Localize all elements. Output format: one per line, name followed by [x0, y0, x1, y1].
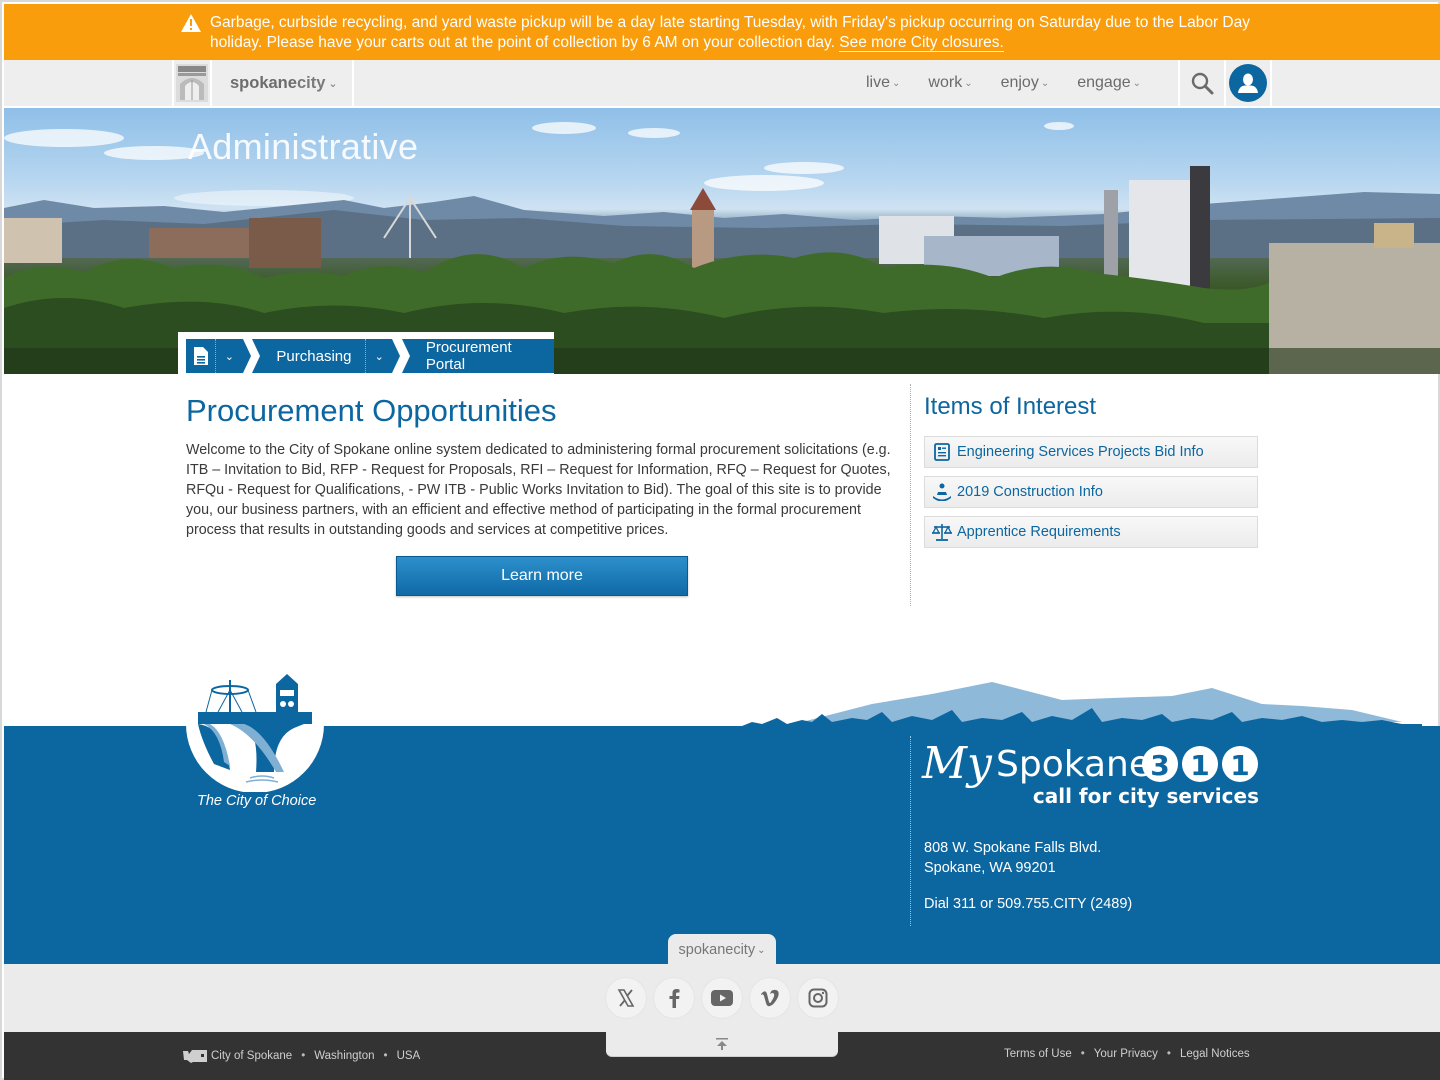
legal-right: Terms of Use • Your Privacy • Legal Noti… — [1004, 1048, 1250, 1060]
intro-paragraph: Welcome to the City of Spokane online sy… — [186, 442, 891, 538]
chevron-down-icon: ⌄ — [1132, 77, 1141, 89]
x-twitter-icon — [617, 989, 635, 1007]
brand-menu[interactable]: spokane city ⌄ — [212, 60, 354, 106]
interest-link-engineering-bids[interactable]: Engineering Services Projects Bid Info — [924, 436, 1258, 468]
instagram-icon — [808, 988, 828, 1008]
breadcrumb: ⌄ Purchasing ⌄ Procurement Portal — [178, 332, 554, 374]
youtube-icon — [711, 990, 733, 1006]
youtube-link[interactable] — [702, 978, 742, 1018]
vimeo-icon — [761, 989, 779, 1007]
facebook-icon — [669, 989, 680, 1008]
breadcrumb-purchasing[interactable]: Purchasing — [260, 339, 366, 373]
hero-title: Administrative — [188, 126, 419, 167]
city-of-spokane-logo[interactable] — [184, 672, 326, 792]
city-seal-logo[interactable] — [172, 60, 212, 106]
legal-country-link[interactable]: USA — [397, 1050, 421, 1062]
spokanecity-footer-menu[interactable]: spokanecity ⌄ — [668, 934, 776, 966]
x-twitter-link[interactable] — [606, 978, 646, 1018]
chevron-down-icon: ⌄ — [892, 77, 901, 89]
vimeo-link[interactable] — [750, 978, 790, 1018]
my311-digit: 3 — [1150, 749, 1169, 782]
legal-left: City of Spokane • Washington • USA — [182, 1048, 420, 1064]
chevron-down-icon: ⌄ — [757, 944, 766, 956]
chevron-down-icon: ⌄ — [374, 350, 384, 363]
breadcrumb-dropdown-2[interactable]: ⌄ — [365, 339, 393, 373]
my311-script: My — [921, 738, 993, 789]
breadcrumb-procurement-portal[interactable]: Procurement Portal — [409, 339, 554, 373]
back-to-top-button[interactable] — [606, 1032, 838, 1056]
page-title: Procurement Opportunities — [186, 393, 557, 428]
menu-item-enjoy[interactable]: enjoy ⌄ — [1001, 74, 1050, 92]
interest-link-apprentice-requirements[interactable]: Apprentice Requirements — [924, 516, 1258, 548]
washington-state-icon — [183, 1050, 207, 1063]
terms-of-use-link[interactable]: Terms of Use — [1004, 1048, 1072, 1060]
alert-message: Garbage, curbside recycling, and yard wa… — [210, 14, 1250, 52]
menu-item-live[interactable]: live ⌄ — [866, 74, 900, 92]
document-icon — [193, 347, 208, 365]
breadcrumb-dropdown-1[interactable]: ⌄ — [216, 339, 243, 373]
chevron-down-icon: ⌄ — [1040, 77, 1050, 89]
footer-divider — [910, 736, 911, 926]
my311-digit: 1 — [1230, 749, 1249, 782]
menu-item-work[interactable]: work ⌄ — [928, 74, 972, 92]
phone-info: Dial 311 or 509.755.CITY (2489) — [924, 896, 1133, 912]
site-header: spokane city ⌄ live ⌄ work ⌄ enjoy ⌄ engage ⌄ — [4, 60, 1440, 108]
balance-scale-icon — [931, 522, 953, 542]
items-of-interest-title: Items of Interest — [924, 393, 1097, 420]
alert-banner: Garbage, curbside recycling, and yard wa… — [4, 4, 1440, 60]
city-closures-link[interactable]: See more City closures. — [839, 34, 1004, 52]
learn-more-button[interactable]: Learn more — [396, 556, 688, 596]
mountain-silhouette — [742, 682, 1422, 728]
construction-cone-icon — [931, 482, 953, 502]
account-button[interactable] — [1226, 60, 1272, 106]
facebook-link[interactable] — [654, 978, 694, 1018]
privacy-link[interactable]: Your Privacy — [1094, 1048, 1158, 1060]
myspokane-311-logo[interactable]: My Spokane 3 1 1 call for city services — [920, 734, 1265, 826]
legal-notices-link[interactable]: Legal Notices — [1180, 1048, 1250, 1060]
main-menu: live ⌄ work ⌄ enjoy ⌄ engage ⌄ — [866, 60, 1169, 106]
instagram-link[interactable] — [798, 978, 838, 1018]
breadcrumb-separator — [242, 339, 251, 373]
user-icon — [1238, 73, 1258, 93]
chevron-down-icon: ⌄ — [964, 77, 973, 89]
social-links — [606, 978, 846, 1018]
interest-link-construction-info[interactable]: 2019 Construction Info — [924, 476, 1258, 508]
menu-item-engage[interactable]: engage ⌄ — [1077, 74, 1141, 92]
legal-city-link[interactable]: City of Spokane — [211, 1050, 292, 1062]
my311-digit: 1 — [1190, 749, 1209, 782]
legal-state-link[interactable]: Washington — [314, 1050, 374, 1062]
search-button[interactable] — [1178, 60, 1226, 106]
my311-subtitle: call for city services — [1033, 784, 1259, 808]
breadcrumb-home[interactable] — [186, 339, 217, 373]
chevron-down-icon: ⌄ — [328, 77, 338, 90]
city-hall-icon — [176, 64, 208, 102]
chevron-down-icon: ⌄ — [224, 350, 235, 363]
my311-name: Spokane — [996, 744, 1151, 785]
document-list-icon — [931, 442, 953, 462]
column-divider — [910, 384, 911, 606]
warning-triangle-icon — [181, 14, 201, 32]
city-address: 808 W. Spokane Falls Blvd. Spokane, WA 9… — [924, 840, 1102, 876]
city-tagline: The City of Choice — [197, 793, 317, 809]
breadcrumb-separator — [392, 339, 401, 373]
avatar — [1229, 64, 1267, 102]
search-icon — [1191, 72, 1214, 95]
arrow-up-icon — [716, 1038, 728, 1050]
